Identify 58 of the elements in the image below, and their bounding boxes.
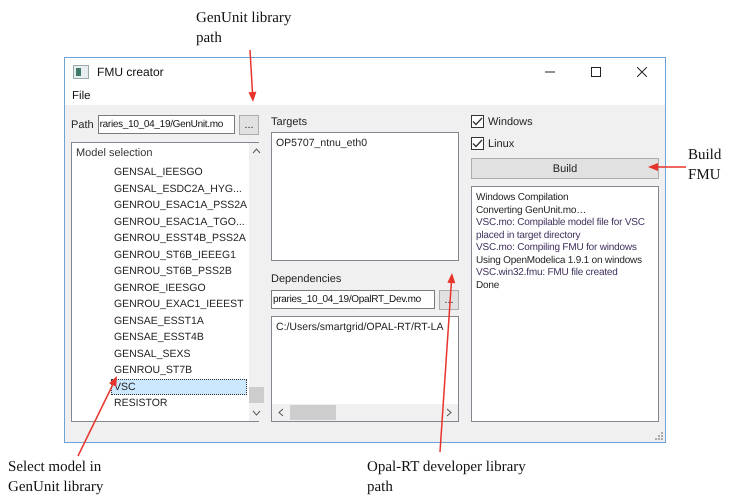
caret-left-icon [278,408,284,417]
caret-up-icon [252,148,262,154]
list-item[interactable]: GENSAE_ESST1A [111,312,248,329]
app-icon [73,65,89,79]
scrollbar[interactable] [272,404,458,421]
arrow [248,50,256,102]
browse-button[interactable]: ... [239,114,259,134]
log-line: Windows Compilation [476,192,570,204]
annotation: GenUnit library path [196,9,292,48]
path-field[interactable]: raries_10_04_19/GenUnit.mo [98,115,235,134]
check-icon [472,139,483,148]
build-button[interactable]: Build [471,158,659,179]
list-item[interactable]: RESISTOR [111,395,248,412]
scrollbar[interactable] [249,143,264,421]
section-label: Targets [271,116,308,130]
log-line: Done [476,280,500,292]
scrollbar-thumb[interactable] [290,405,336,420]
caret-right-icon [446,408,452,417]
close-icon [637,67,647,77]
list-item[interactable]: GENSAL_SEXS [111,346,248,362]
checkbox[interactable] [471,115,484,128]
dependency-field[interactable]: praries_10_04_19/OpalRT_Dev.mo [271,290,435,309]
maximize-icon [591,67,601,77]
checkbox-label: Linux [488,138,514,150]
arrow [648,163,686,171]
section-label: Dependencies [271,273,342,287]
checkbox-label: Windows [488,116,533,128]
list-item[interactable]: C:/Users/smartgrid/OPAL-RT/RT-LA [276,321,458,333]
check-icon [472,117,483,126]
annotation: Select model in GenUnit library [8,458,104,497]
resize-grip-icon [654,431,663,440]
list-item[interactable]: GENROU_ST6B_PSS2B [111,263,248,280]
scrollbar-thumb[interactable] [249,387,264,403]
field-label: Path [71,118,94,130]
checkbox[interactable] [471,137,484,150]
list-item[interactable]: GENROU_ESAC1A_TGO... [111,214,248,230]
list-item[interactable]: GENROU_ST7B [111,362,248,378]
list-item[interactable]: GENSAL_IEESGO [111,164,248,180]
list-item[interactable]: GENSAL_ESDC2A_HYG... [111,180,248,197]
menu-item[interactable]: File [72,90,91,102]
list-item[interactable]: GENROE_IEESGO [111,280,248,296]
annotation: Build FMU [688,146,722,185]
window-title: FMU creator [97,65,164,79]
list-item[interactable]: GENSAE_ESST4B [111,329,248,346]
list-item[interactable]: GENROU_ST6B_IEEEG1 [111,246,248,263]
log-line: Using OpenModelica 1.9.1 on windows [476,254,643,267]
list-item[interactable]: OP5707_ntnu_eth0 [276,137,454,149]
list-item[interactable]: GENROU_EXAC1_IEEEST [111,296,248,312]
list-item[interactable]: GENROU_ESAC1A_PSS2A [111,197,248,214]
log-line: Converting GenUnit.mo… [476,204,588,217]
log-line: VSC.mo: Compiling FMU for windows [476,242,638,254]
browse-button[interactable]: ... [439,290,459,310]
list-item[interactable]: GENROU_ESST4B_PSS2A [111,230,248,246]
log-line: VSC.mo: Compilable model file for VSC placed in target directory [476,217,646,242]
caret-down-icon [252,410,262,416]
list-heading: Model selection [76,147,154,161]
log-line: VSC.win32.fmu: FMU file created [476,267,619,280]
annotation: Opal-RT developer library path [367,458,527,497]
